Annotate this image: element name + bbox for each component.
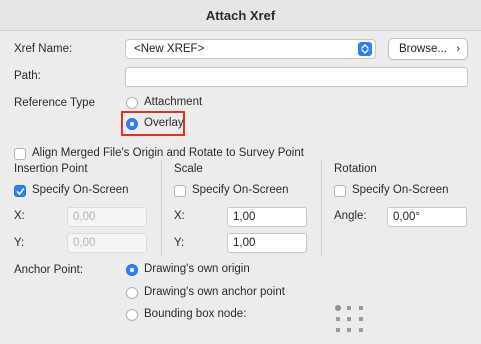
rotation-title: Rotation (334, 163, 377, 175)
insertion-specify-checkbox[interactable] (14, 185, 26, 197)
insertion-x-input[interactable]: 0,00 (67, 207, 147, 227)
insertion-specify-label: Specify On-Screen (32, 184, 129, 196)
bounding-box-node-label: Bounding box node: (144, 308, 247, 320)
node-top-right-icon[interactable] (359, 306, 363, 310)
rotation-specify-checkbox[interactable] (334, 185, 346, 197)
select-chevron-icon (358, 42, 372, 56)
node-center-icon[interactable] (347, 317, 351, 321)
scale-specify-label: Specify On-Screen (192, 184, 289, 196)
bounding-box-node-picker[interactable] (334, 304, 364, 334)
anchor-point-label: Anchor Point: (14, 264, 84, 276)
node-middle-right-icon[interactable] (359, 317, 363, 321)
node-top-left-icon[interactable] (335, 305, 341, 311)
column-divider (321, 160, 322, 256)
node-middle-left-icon[interactable] (336, 317, 340, 321)
own-anchor-point-label: Drawing's own anchor point (144, 286, 285, 298)
insertion-y-label: Y: (14, 237, 25, 249)
own-anchor-point-radio-button[interactable] (126, 287, 138, 299)
own-origin-label: Drawing's own origin (144, 263, 250, 275)
scale-y-input[interactable]: 1,00 (227, 233, 307, 253)
xref-name-value: <New XREF> (134, 43, 205, 55)
overlay-radio-button[interactable] (126, 118, 138, 130)
node-top-center-icon[interactable] (347, 306, 351, 310)
insertion-point-title: Insertion Point (14, 163, 88, 175)
insertion-x-label: X: (14, 210, 25, 222)
checkmark-icon (16, 188, 25, 195)
overlay-label: Overlay (144, 117, 184, 129)
angle-input[interactable]: 0,00° (387, 207, 467, 227)
path-label: Path: (14, 70, 41, 82)
scale-title: Scale (174, 163, 203, 175)
angle-label: Angle: (334, 210, 367, 222)
dialog-title: Attach Xref (0, 0, 481, 31)
scale-x-label: X: (174, 210, 185, 222)
attach-xref-dialog: Attach Xref Xref Name: <New XREF> Browse… (0, 0, 481, 344)
attachment-label: Attachment (144, 96, 203, 108)
xref-name-label: Xref Name: (14, 43, 73, 55)
node-bottom-right-icon[interactable] (359, 328, 363, 332)
chevron-right-icon: › (456, 43, 460, 55)
xref-name-select[interactable]: <New XREF> (125, 39, 376, 59)
insertion-y-input[interactable]: 0,00 (67, 233, 147, 253)
reference-type-label: Reference Type (14, 97, 95, 109)
align-merged-checkbox[interactable] (14, 148, 26, 160)
own-origin-radio-button[interactable] (126, 264, 138, 276)
scale-y-label: Y: (174, 237, 185, 249)
browse-button-label: Browse... (399, 43, 447, 55)
node-bottom-center-icon[interactable] (347, 328, 351, 332)
attachment-radio-button[interactable] (126, 97, 138, 109)
scale-x-input[interactable]: 1,00 (227, 207, 307, 227)
path-input[interactable] (125, 67, 468, 87)
node-bottom-left-icon[interactable] (336, 328, 340, 332)
align-merged-label: Align Merged File's Origin and Rotate to… (32, 147, 304, 159)
browse-button[interactable]: Browse... › (388, 38, 468, 60)
scale-specify-checkbox[interactable] (174, 185, 186, 197)
rotation-specify-label: Specify On-Screen (352, 184, 449, 196)
column-divider (161, 160, 162, 256)
bounding-box-node-radio-button[interactable] (126, 309, 138, 321)
